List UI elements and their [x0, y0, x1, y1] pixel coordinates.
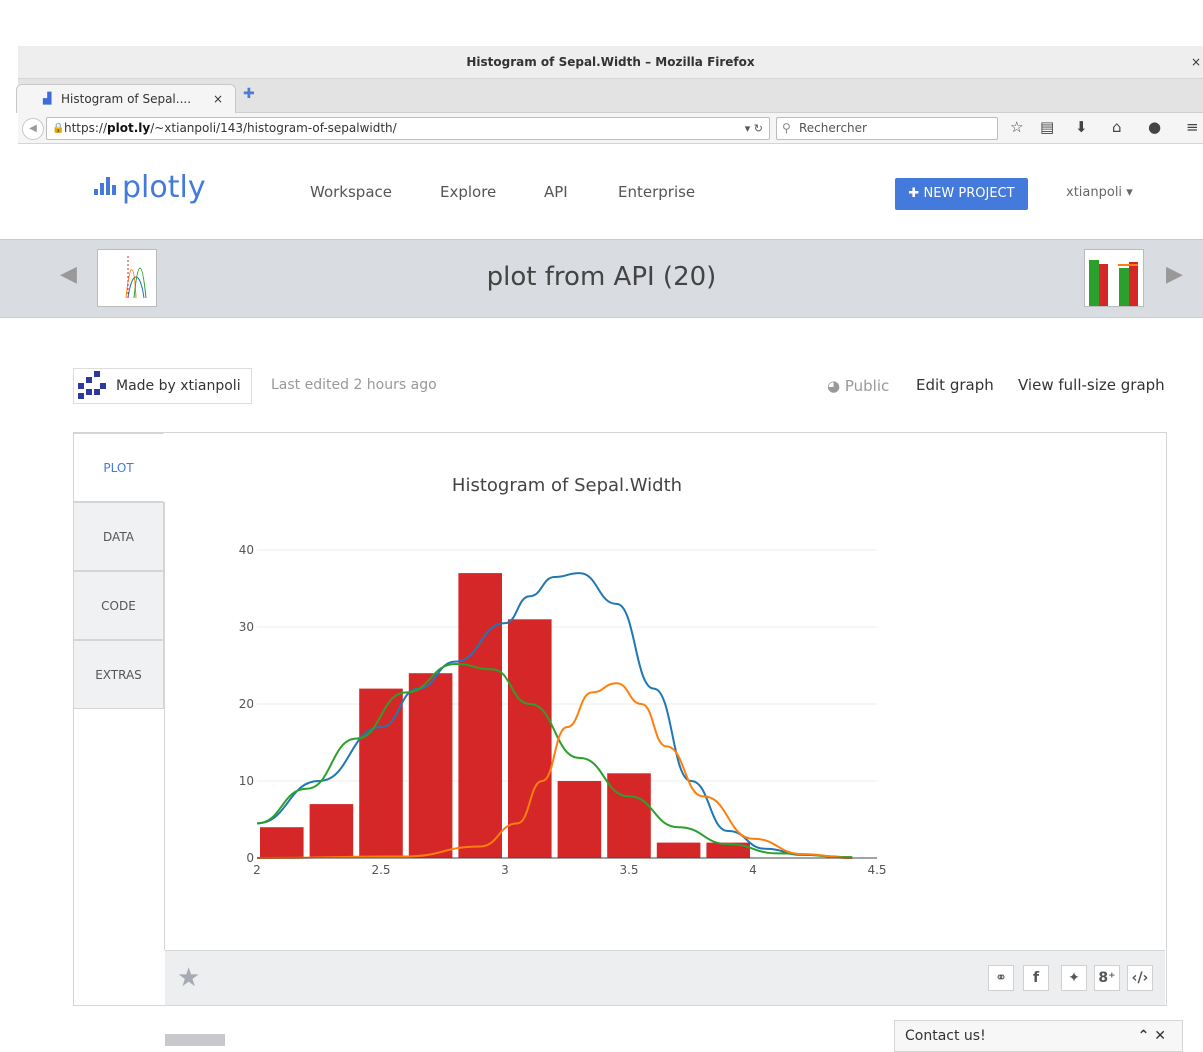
bookmark-star-icon[interactable]: ☆ [1010, 118, 1023, 136]
y-tick-label: 30 [239, 620, 254, 634]
window-title: Histogram of Sepal.Width – Mozilla Firef… [466, 55, 755, 69]
histogram-bar [260, 827, 304, 858]
user-menu[interactable]: xtianpoli ▾ [1066, 185, 1133, 200]
histogram-bar [557, 781, 602, 858]
link-icon[interactable]: ⚭ [988, 965, 1014, 991]
window-close-button[interactable]: × [1191, 46, 1201, 78]
new-tab-icon[interactable]: ✚ [243, 86, 255, 102]
url-text: https://plot.ly/~xtianpoli/143/histogram… [64, 121, 397, 135]
chat-icon[interactable]: ● [1148, 118, 1161, 136]
last-edited-label: Last edited 2 hours ago [271, 377, 437, 393]
facebook-icon[interactable]: f [1023, 965, 1049, 991]
x-tick-label: 4 [749, 863, 757, 877]
plotly-favicon-icon: ▟ [43, 92, 52, 105]
tab-close-icon[interactable]: × [213, 85, 223, 113]
logo-text: plotly [122, 170, 206, 205]
browser-tab-active[interactable]: ▟ Histogram of Sepal.... × [16, 84, 236, 113]
caret-down-icon: ▾ [1126, 185, 1133, 200]
embed-code-icon[interactable]: ‹/› [1127, 965, 1153, 991]
search-placeholder: Rechercher [799, 121, 867, 135]
histogram-bar [656, 842, 701, 858]
contact-label: Contact us! [905, 1028, 986, 1044]
y-tick-label: 20 [239, 697, 254, 711]
contact-widget[interactable]: Contact us! ⌃ ✕ [894, 1020, 1183, 1052]
x-tick-label: 3.5 [619, 863, 638, 877]
page-title: plot from API (20) [486, 262, 717, 292]
chart-title: Histogram of Sepal.Width [452, 475, 682, 496]
avatar [74, 369, 110, 403]
visibility-status: ◕ Public [827, 377, 890, 395]
back-button[interactable]: ◀ [22, 118, 44, 140]
y-tick-label: 40 [239, 543, 254, 557]
nav-api[interactable]: API [544, 183, 568, 201]
search-input[interactable]: ⚲ Rechercher [776, 117, 998, 140]
histogram-bar [458, 573, 502, 858]
plot-footer [165, 950, 1165, 1005]
twitter-icon[interactable]: ✦ [1061, 965, 1087, 991]
edit-graph-link[interactable]: Edit graph [916, 376, 994, 394]
tab-plot[interactable]: PLOT [73, 433, 164, 502]
histogram-bar [508, 619, 552, 858]
globe-icon: ◕ [827, 377, 841, 395]
username: xtianpoli [1066, 185, 1123, 200]
nav-explore[interactable]: Explore [440, 183, 496, 201]
url-bar[interactable]: 🔒 https://plot.ly/~xtianpoli/143/histogr… [46, 117, 770, 140]
x-tick-label: 2 [253, 863, 261, 877]
next-plot-arrow-icon[interactable]: ▶ [1166, 262, 1183, 287]
histogram-chart[interactable]: Histogram of Sepal.Width 0102030402 2.5 3 3… [165, 440, 1165, 945]
google-plus-icon[interactable]: 8⁺ [1094, 965, 1120, 991]
plotly-logo[interactable]: plotly [92, 170, 206, 205]
contact-controls-icon[interactable]: ⌃ ✕ [1138, 1021, 1166, 1051]
lock-icon: 🔒 [52, 123, 65, 134]
made-by-label: Made by xtianpoli [116, 378, 241, 394]
bars [260, 573, 750, 858]
tab-label: Histogram of Sepal.... [61, 92, 192, 106]
home-icon[interactable]: ⌂ [1112, 118, 1122, 136]
new-project-label: NEW PROJECT [923, 186, 1015, 201]
window-titlebar: Histogram of Sepal.Width – Mozilla Firef… [18, 46, 1203, 79]
nav-enterprise[interactable]: Enterprise [618, 183, 695, 201]
tab-extras[interactable]: EXTRAS [73, 640, 164, 709]
x-tick-label: 2.5 [371, 863, 390, 877]
plus-icon: ✚ [908, 186, 920, 201]
tab-data[interactable]: DATA [73, 502, 164, 571]
next-plot-thumbnail[interactable] [1084, 249, 1144, 307]
grid-lines [257, 549, 877, 782]
tab-code[interactable]: CODE [73, 571, 164, 640]
reading-list-icon[interactable]: ▤ [1040, 118, 1054, 136]
search-icon: ⚲ [782, 121, 791, 135]
y-tick-label: 10 [239, 774, 254, 788]
menu-icon[interactable]: ≡ [1186, 118, 1199, 136]
nav-workspace[interactable]: Workspace [310, 183, 392, 201]
reload-icon[interactable]: ▾ ↻ [745, 118, 763, 139]
x-tick-label: 4.5 [867, 863, 886, 877]
more-button[interactable] [165, 1034, 225, 1046]
download-icon[interactable]: ⬇ [1075, 118, 1088, 136]
new-project-button[interactable]: ✚ NEW PROJECT [895, 178, 1028, 210]
histogram-bar [408, 673, 453, 858]
histogram-bar [607, 773, 651, 858]
plotly-logo-icon [92, 175, 122, 197]
x-tick-label: 3 [501, 863, 509, 877]
author-badge[interactable]: Made by xtianpoli [73, 368, 252, 404]
star-icon[interactable]: ★ [177, 963, 200, 993]
histogram-bar [309, 804, 354, 858]
view-full-size-link[interactable]: View full-size graph [1018, 376, 1165, 394]
